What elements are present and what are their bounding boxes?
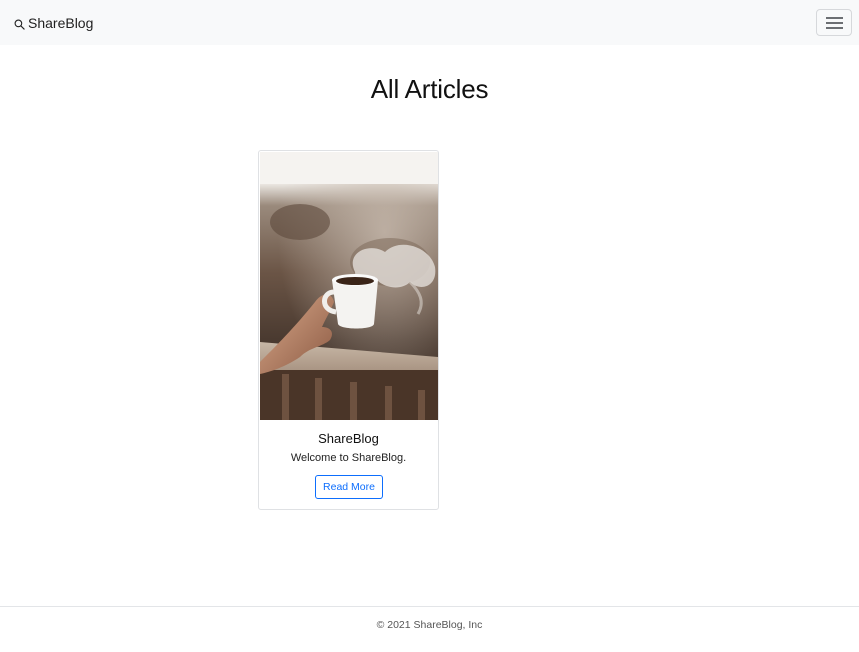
navbar: ShareBlog xyxy=(0,0,859,45)
copyright-text: © 2021 ShareBlog, Inc xyxy=(376,619,483,631)
footer: © 2021 ShareBlog, Inc xyxy=(0,606,859,652)
page-title: All Articles xyxy=(370,74,489,104)
navbar-toggler-button[interactable] xyxy=(816,9,852,36)
card-text: Welcome to ShareBlog. xyxy=(290,452,407,464)
hamburger-menu-icon xyxy=(826,17,843,29)
article-card: ShareBlog Welcome to ShareBlog. Read Mor… xyxy=(258,150,439,510)
brand-link[interactable]: ShareBlog xyxy=(14,14,93,32)
coffee-cup-photo xyxy=(260,152,438,420)
card-title: ShareBlog xyxy=(318,431,379,446)
read-more-button[interactable]: Read More xyxy=(315,475,383,499)
search-icon xyxy=(14,19,25,30)
brand-label: ShareBlog xyxy=(28,15,94,31)
